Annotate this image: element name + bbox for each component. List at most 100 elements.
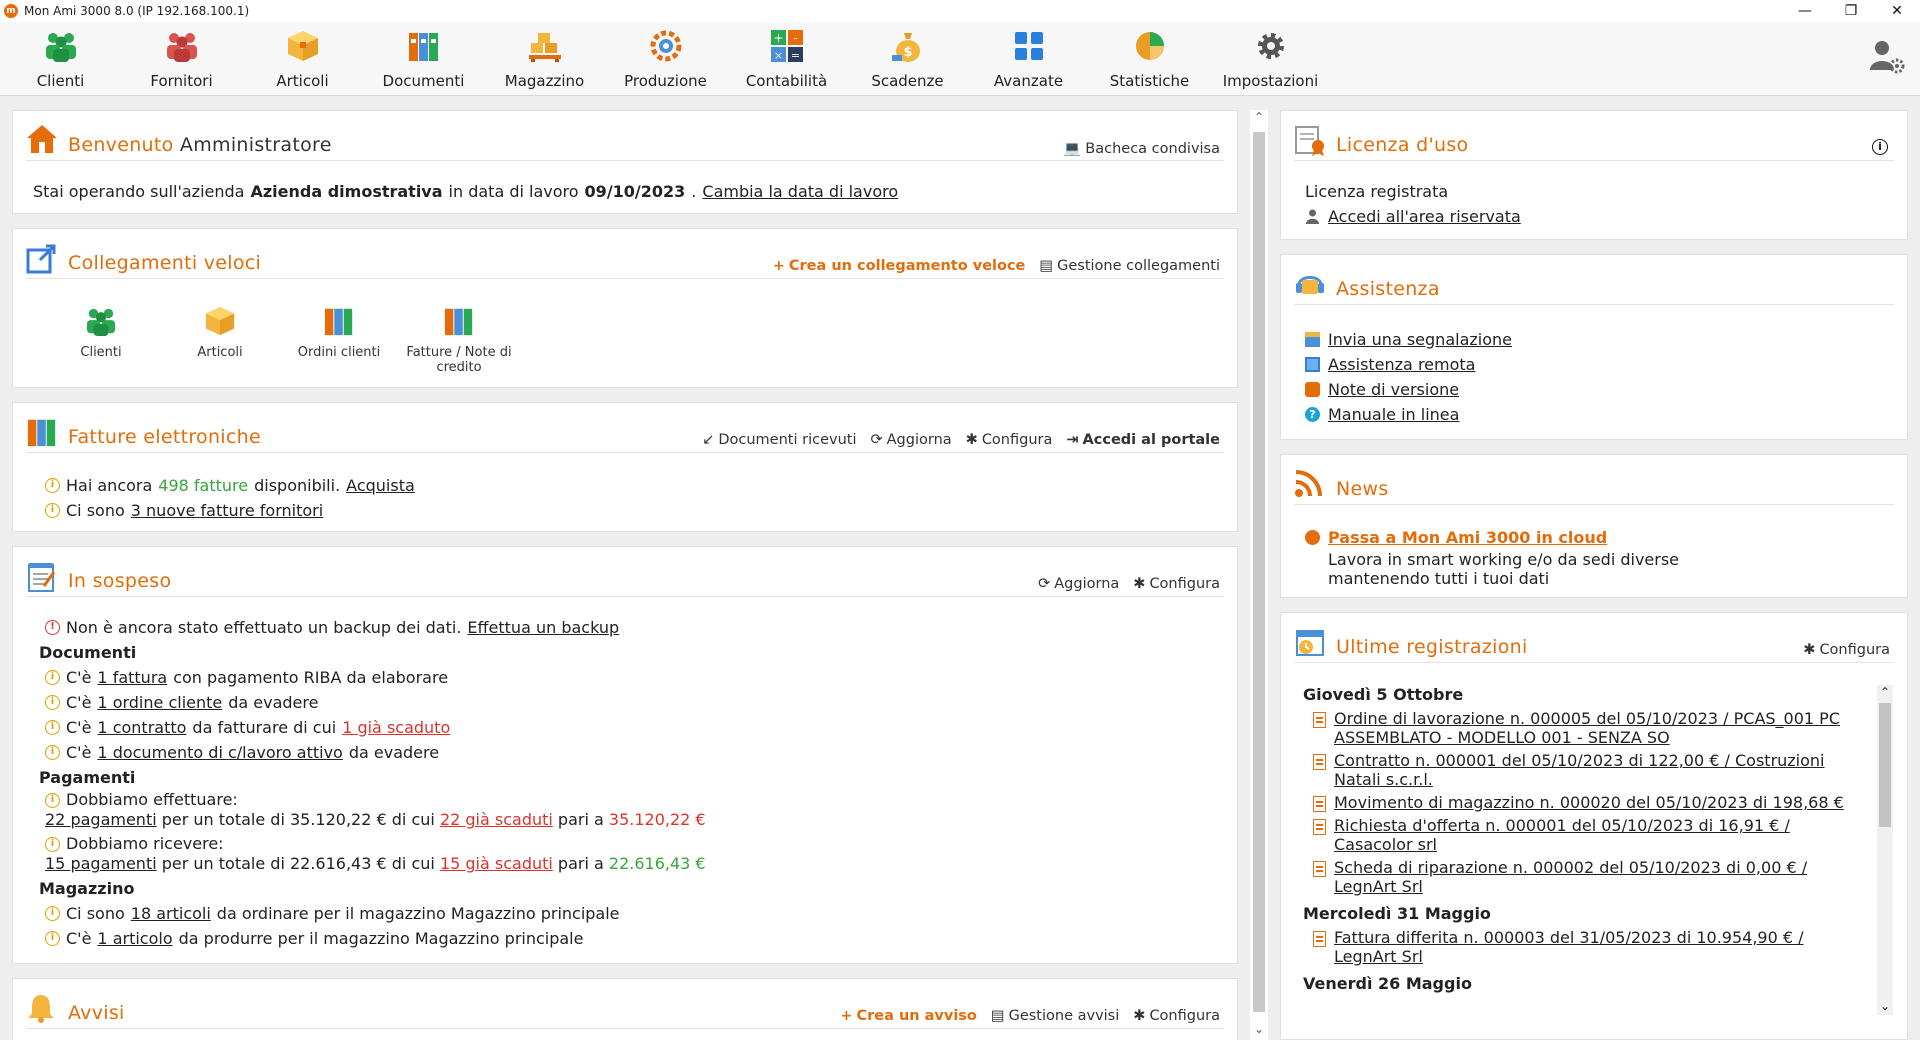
headset-icon — [1294, 268, 1328, 302]
registrations-scrollbar[interactable]: ⌃ ⌄ — [1877, 685, 1893, 1015]
registration-item[interactable]: Ordine di lavorazione n. 000005 del 05/1… — [1313, 709, 1867, 747]
backup-link[interactable]: Effettua un backup — [467, 618, 619, 638]
support-link-row: ? Manuale in linea — [1305, 402, 1894, 427]
registration-item[interactable]: Contratto n. 000001 del 05/10/2023 di 12… — [1313, 751, 1867, 789]
remote-desktop-icon — [1305, 357, 1320, 372]
license-panel: Licenza d'uso i Licenza registrata Acced… — [1280, 110, 1908, 240]
riba-invoice-link[interactable]: 1 fattura — [97, 668, 167, 688]
contract-link[interactable]: 1 contratto — [97, 718, 186, 738]
portal-button[interactable]: ⇥ Accedi al portale — [1066, 432, 1220, 448]
notepad-icon — [26, 560, 60, 594]
toolbar-label: Scadenze — [871, 72, 944, 90]
toolbar-clienti[interactable]: Clienti — [0, 22, 121, 96]
remote-assistance-link[interactable]: Assistenza remota — [1328, 355, 1475, 375]
buy-link[interactable]: Acquista — [346, 476, 415, 496]
scroll-thumb[interactable] — [1253, 132, 1265, 1012]
pending-item: i C'è 1 contratto da fatturare di cui 1 già… — [45, 715, 1224, 740]
manage-alerts-button[interactable]: ▤ Gestione avvisi — [991, 1008, 1119, 1024]
alerts-configure-button[interactable]: ✱ Configura — [1133, 1008, 1220, 1024]
binders-icon — [406, 28, 442, 64]
toolbar-label: Articoli — [276, 72, 329, 90]
customer-order-link[interactable]: 1 ordine cliente — [97, 693, 222, 713]
title-bar: m Mon Ami 3000 8.0 (IP 192.168.100.1) — … — [0, 0, 1920, 22]
received-docs-button[interactable]: ↙ Documenti ricevuti — [702, 432, 856, 448]
payments-out-expired-link[interactable]: 22 già scaduti — [440, 810, 553, 829]
quicklink-fatture[interactable]: Fatture / Note di credito — [399, 303, 519, 375]
payments-in-expired-link[interactable]: 15 già scaduti — [440, 854, 553, 873]
minimize-button[interactable]: — — [1782, 0, 1828, 22]
toolbar-avanzate[interactable]: Avanzate — [968, 22, 1089, 96]
toolbar-statistiche[interactable]: Statistiche — [1089, 22, 1210, 96]
warehouse-section-title: Magazzino — [39, 879, 135, 898]
toolbar-articoli[interactable]: Articoli — [242, 22, 363, 96]
toolbar-impostazioni[interactable]: Impostazioni — [1210, 22, 1331, 96]
registration-item[interactable]: Movimento di magazzino n. 000020 del 05/… — [1313, 793, 1867, 812]
registration-item[interactable]: Richiesta d'offerta n. 000001 del 05/10/… — [1313, 816, 1867, 854]
article-to-produce-link[interactable]: 1 articolo — [97, 929, 172, 949]
registration-item[interactable]: Scheda di riparazione n. 000002 del 05/1… — [1313, 858, 1867, 896]
info-icon: i — [45, 837, 60, 852]
toolbar-contabilita[interactable]: + - × = Contabilità — [726, 22, 847, 96]
toolbar-scadenze[interactable]: $ Scadenze — [847, 22, 968, 96]
articles-to-order-link[interactable]: 18 articoli — [131, 904, 211, 924]
shared-board-button[interactable]: 💻 Bacheca condivisa — [1063, 140, 1220, 158]
reserved-area-link[interactable]: Accedi all'area riservata — [1328, 207, 1521, 227]
pending-item: i Ci sono 18 articoli da ordinare per il m… — [45, 901, 1224, 926]
report-icon — [1305, 332, 1320, 347]
scroll-up-arrow[interactable]: ⌃ — [1877, 685, 1893, 701]
scroll-down-arrow[interactable]: ⌄ — [1250, 1022, 1268, 1040]
registration-item[interactable]: Fattura differita n. 000003 del 31/05/20… — [1313, 928, 1867, 966]
registrations-configure-button[interactable]: ✱ Configura — [1803, 642, 1890, 658]
maximize-button[interactable]: ❐ — [1828, 0, 1874, 22]
refresh-icon: ⟳ — [870, 432, 883, 448]
user-settings-icon[interactable] — [1868, 38, 1906, 76]
svg-text:×: × — [773, 49, 782, 62]
change-date-link[interactable]: Cambia la data di lavoro — [702, 182, 898, 202]
help-icon: ? — [1305, 407, 1320, 422]
toolbar-produzione[interactable]: Produzione — [605, 22, 726, 96]
toolbar-documenti[interactable]: Documenti — [363, 22, 484, 96]
toolbar-fornitori[interactable]: Fornitori — [121, 22, 242, 96]
info-circle-icon[interactable]: i — [1872, 139, 1888, 155]
toolbar-magazzino[interactable]: Magazzino — [484, 22, 605, 96]
binders-icon — [441, 303, 477, 339]
login-icon: ⇥ — [1066, 432, 1079, 448]
support-link-row: Invia una segnalazione — [1305, 327, 1894, 352]
alerts-title: Avvisi — [68, 1002, 125, 1024]
einvoices-refresh-button[interactable]: ⟳ Aggiorna — [870, 432, 951, 448]
quicklink-ordini-clienti[interactable]: Ordini clienti — [279, 303, 399, 360]
release-notes-link[interactable]: Note di versione — [1328, 380, 1459, 400]
quicklink-articoli[interactable]: Articoli — [160, 303, 280, 360]
pending-configure-button[interactable]: ✱ Configura — [1133, 576, 1220, 592]
pending-refresh-button[interactable]: ⟳ Aggiorna — [1038, 576, 1119, 592]
send-report-link[interactable]: Invia una segnalazione — [1328, 330, 1512, 350]
payments-in-link[interactable]: 15 pagamenti — [45, 854, 157, 873]
plus-icon: + — [772, 258, 785, 274]
scroll-up-arrow[interactable]: ⌃ — [1250, 110, 1268, 128]
work-document-link[interactable]: 1 documento di c/lavoro attivo — [97, 743, 342, 763]
create-quicklink-button[interactable]: + Crea un collegamento veloce — [773, 258, 1026, 274]
scroll-thumb[interactable] — [1879, 703, 1891, 827]
news-headline-row: Passa a Mon Ami 3000 in cloud — [1305, 525, 1894, 550]
einvoices-new: i Ci sono 3 nuove fatture fornitori — [45, 498, 1224, 523]
license-title: Licenza d'uso — [1336, 134, 1469, 156]
online-manual-link[interactable]: Manuale in linea — [1328, 405, 1459, 425]
rss-icon — [1305, 382, 1320, 397]
new-supplier-invoices-link[interactable]: 3 nuove fatture fornitori — [131, 501, 323, 521]
pending-item: i C'è 1 ordine cliente da evadere — [45, 690, 1224, 715]
einvoices-configure-button[interactable]: ✱ Configura — [966, 432, 1053, 448]
create-alert-button[interactable]: + Crea un avviso — [840, 1008, 977, 1024]
calendar-clock-icon — [1294, 626, 1328, 660]
news-headline-link[interactable]: Passa a Mon Ami 3000 in cloud — [1328, 528, 1607, 548]
quicklink-clienti[interactable]: Clienti — [41, 303, 161, 360]
bell-icon — [26, 992, 60, 1026]
close-button[interactable]: ✕ — [1874, 0, 1920, 22]
plus-icon: + — [840, 1008, 853, 1024]
main-scrollbar[interactable]: ⌃ ⌄ — [1250, 110, 1268, 1040]
scroll-down-arrow[interactable]: ⌄ — [1877, 999, 1893, 1015]
expired-contract-link[interactable]: 1 già scaduto — [342, 718, 450, 738]
payments-out-link[interactable]: 22 pagamenti — [45, 810, 157, 829]
license-status: Licenza registrata — [1305, 181, 1449, 201]
payments-out: i Dobbiamo effettuare: 22 pagamenti per … — [45, 790, 706, 829]
manage-quicklinks-button[interactable]: ▤ Gestione collegamenti — [1039, 258, 1220, 274]
